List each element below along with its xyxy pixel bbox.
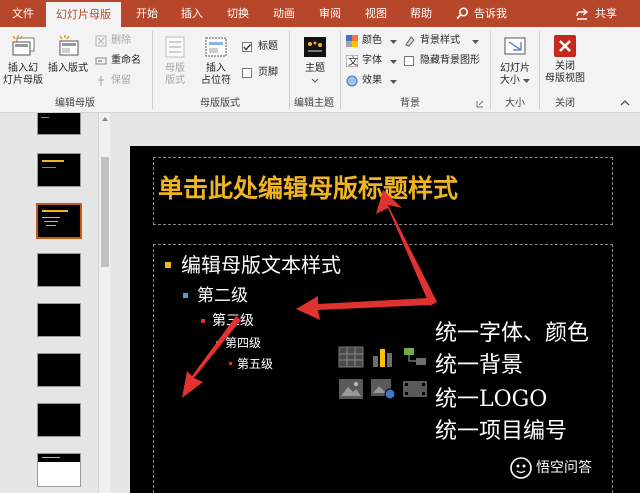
watermark-text: 悟空问答 [536,460,592,476]
arrow-to-title [376,190,437,306]
note-unify-logo: 统一LOGO [435,387,548,412]
arrow-to-level3 [182,316,241,398]
arrow-to-level2 [296,296,429,320]
wukong-logo-icon [510,457,532,479]
note-unify-numbering: 统一项目编号 [435,419,568,444]
note-unify-background: 统一背景 [435,353,524,378]
note-unify-font-color: 统一字体、颜色 [435,321,590,346]
